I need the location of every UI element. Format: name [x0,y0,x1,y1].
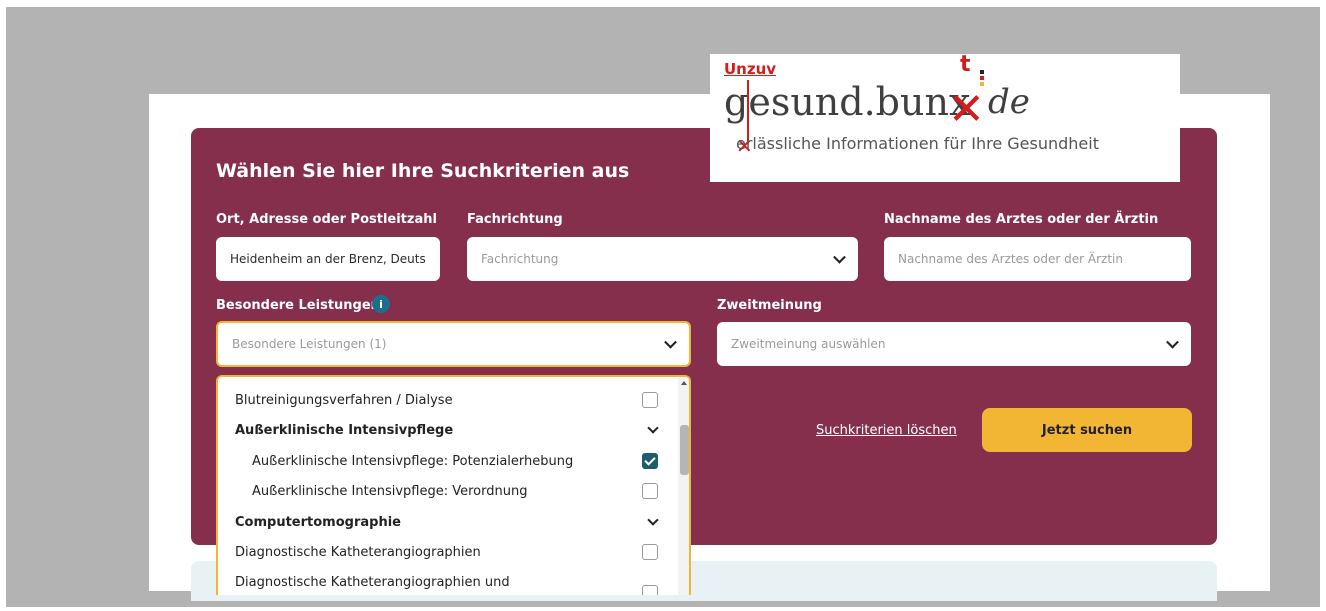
search-button[interactable]: Jetzt suchen [982,408,1192,452]
logo-tagline: erlässliche Informationen für Ihre Gesun… [736,134,1099,153]
dropdown-option[interactable]: Außerklinische Intensivpflege: Verordnun… [218,476,678,506]
second-opinion-placeholder: Zweitmeinung auswählen [731,337,886,351]
logo-wordmark: gesund.bunx [724,80,971,124]
special-services-value: Besondere Leistungen (1) [232,337,387,351]
dropdown-option[interactable]: Blutreinigungsverfahren / Dialyse [218,385,678,415]
location-input[interactable]: Heidenheim an der Brenz, Deuts [216,237,440,281]
info-icon[interactable]: i [372,295,390,313]
second-opinion-label: Zweitmeinung [717,298,822,313]
checkbox[interactable] [642,585,658,595]
dropdown-group[interactable]: Computertomographie [218,507,678,537]
correction-annotation: Unzuv [724,60,777,78]
option-label: Außerklinische Intensivpflege: Potenzial… [252,453,574,469]
dropdown-option[interactable]: Diagnostische Katheterangiographien und [218,567,678,595]
group-label: Computertomographie [235,514,401,530]
chevron-down-icon [1166,335,1179,349]
specialty-select[interactable]: Fachrichtung [467,237,858,281]
strike-x-icon: ✕ [948,84,985,135]
checkbox[interactable] [642,483,658,499]
option-label: Außerklinische Intensivpflege: Verordnun… [252,483,528,499]
group-label: Außerklinische Intensivpflege [235,422,454,438]
logo: Unzuv t gesund.bunx ✕ de ✕ erlässliche I… [710,52,1180,182]
specialty-placeholder: Fachrichtung [481,252,559,266]
correction-letter: t [960,52,971,77]
specialty-label: Fachrichtung [467,212,563,227]
chevron-down-icon [647,514,659,526]
doctor-name-placeholder: Nachname des Arztes oder der Ärztin [898,252,1123,266]
special-services-dropdown: Blutreinigungsverfahren / Dialyse Außerk… [216,375,691,595]
chevron-down-icon [664,335,677,349]
doctor-name-input[interactable]: Nachname des Arztes oder der Ärztin [884,237,1191,281]
checkbox[interactable] [642,544,658,560]
location-label: Ort, Adresse oder Postleitzahl [216,212,437,227]
option-label: Diagnostische Katheterangiographien und [235,574,510,590]
logo-tld: de [988,82,1030,122]
chevron-down-icon [647,422,659,434]
location-value: Heidenheim an der Brenz, Deuts [230,252,426,266]
special-services-label: Besondere Leistungen [216,298,380,313]
option-label: Diagnostische Katheterangiographien [235,544,481,560]
scroll-up-icon[interactable] [681,381,687,385]
clear-criteria-link[interactable]: Suchkriterien löschen [816,423,957,438]
option-label: Blutreinigungsverfahren / Dialyse [235,392,453,408]
dropdown-scrollbar[interactable] [678,377,689,595]
doctor-name-label: Nachname des Arztes oder der Ärztin [884,212,1159,227]
second-opinion-select[interactable]: Zweitmeinung auswählen [717,322,1191,366]
checkbox[interactable] [642,392,658,408]
dropdown-option[interactable]: Außerklinische Intensivpflege: Potenzial… [218,446,678,476]
scroll-thumb[interactable] [680,425,689,475]
checkbox-checked[interactable] [642,453,658,469]
special-services-select[interactable]: Besondere Leistungen (1) [216,321,691,367]
search-heading: Wählen Sie hier Ihre Suchkriterien aus [216,160,630,182]
dropdown-option[interactable]: Diagnostische Katheterangiographien [218,537,678,567]
dropdown-group[interactable]: Außerklinische Intensivpflege [218,415,678,445]
chevron-down-icon [833,250,846,264]
